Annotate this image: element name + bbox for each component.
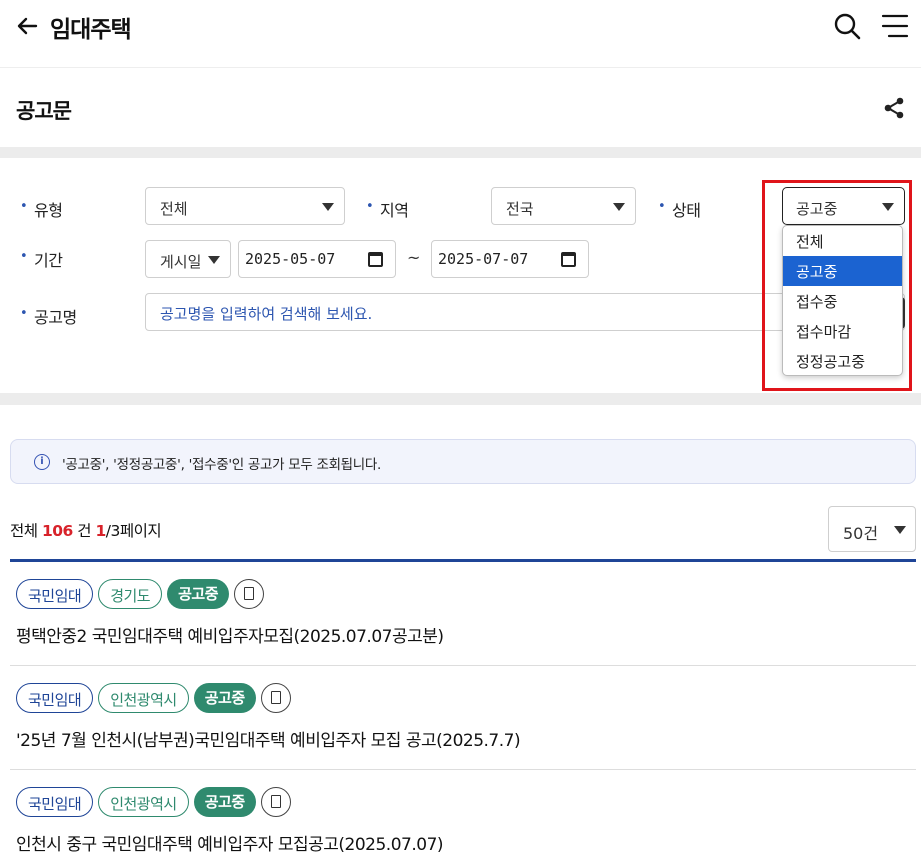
region-select-value: 전국 [506, 200, 534, 218]
badge-group: 국민임대 인천광역시 공고중 [16, 787, 291, 817]
type-badge: 국민임대 [16, 787, 94, 817]
listing-title[interactable]: '25년 7월 인천시(남부권)국민임대주택 예비입주자 모집 공고(2025.… [16, 726, 521, 751]
top-bar: 임대주택 [0, 0, 921, 68]
list-item[interactable]: 국민임대 경기도 공고중 평택안중2 국민임대주택 예비입주자모집(2025.0… [10, 562, 916, 666]
document-icon[interactable] [260, 787, 291, 817]
listing-title[interactable]: 인천시 중구 국민임대주택 예비입주자 모집공고(2025.07.07) [16, 830, 444, 855]
current-page: 1 [95, 522, 106, 540]
calendar-icon[interactable] [368, 252, 383, 267]
status-badge: 공고중 [193, 787, 256, 817]
chevron-down-icon [882, 203, 894, 211]
menu-icon[interactable] [880, 12, 910, 40]
chevron-down-icon [322, 203, 334, 211]
list-item[interactable]: 국민임대 인천광역시 공고중 '25년 7월 인천시(남부권)국민임대주택 예비… [10, 666, 916, 770]
status-select-value: 공고중 [796, 200, 838, 218]
type-select[interactable]: 전체 [145, 187, 345, 225]
calendar-icon[interactable] [561, 252, 576, 267]
search-icon[interactable] [832, 11, 862, 41]
type-select-value: 전체 [160, 200, 188, 218]
list-item[interactable]: 국민임대 인천광역시 공고중 인천시 중구 국민임대주택 예비입주자 모집공고(… [10, 770, 916, 859]
info-icon: i [34, 454, 50, 470]
status-option-receiving[interactable]: 접수중 [783, 286, 902, 316]
document-icon[interactable] [234, 579, 265, 609]
page-size-value: 50건 [843, 524, 879, 543]
name-search-placeholder: 공고명을 입력하여 검색해 보세요. [160, 305, 373, 323]
total-unit: 건 [77, 522, 92, 540]
region-badge: 경기도 [98, 579, 163, 609]
status-option-announced[interactable]: 공고중 [783, 256, 902, 286]
page-size-select[interactable]: 50건 [828, 506, 916, 552]
page: 임대주택 공고문 유형 전체 지역 전국 상태 기간 게시일 2025-05-0… [0, 0, 921, 859]
chevron-down-icon [894, 526, 906, 534]
period-label: 기간 [20, 247, 63, 271]
total-count: 106 [41, 522, 73, 540]
start-date-input[interactable]: 2025-05-07 [238, 240, 396, 278]
section-title: 공고문 [16, 99, 72, 123]
status-badge: 공고중 [193, 683, 256, 713]
badge-group: 국민임대 경기도 공고중 [16, 579, 265, 609]
page-total: /3페이지 [105, 522, 162, 540]
document-icon[interactable] [260, 683, 291, 713]
type-label: 유형 [20, 197, 63, 221]
end-date-input[interactable]: 2025-07-07 [431, 240, 589, 278]
info-notice: i '공고중', '정정공고중', '접수중'인 공고가 모두 조회됩니다. [10, 439, 916, 484]
status-badge: 공고중 [167, 579, 230, 609]
back-arrow-icon[interactable] [14, 12, 42, 40]
start-date-value: 2025-05-07 [245, 250, 336, 268]
app-title: 임대주택 [50, 17, 132, 43]
status-select[interactable]: 공고중 [782, 187, 905, 225]
status-option-all[interactable]: 전체 [783, 226, 902, 256]
status-dropdown: 전체 공고중 접수중 접수마감 정정공고중 [782, 225, 903, 376]
section-header: 공고문 [0, 68, 921, 148]
period-basis-value: 게시일 [160, 253, 202, 271]
end-date-value: 2025-07-07 [438, 250, 529, 268]
status-label: 상태 [658, 197, 701, 221]
info-text: '공고중', '정정공고중', '접수중'인 공고가 모두 조회됩니다. [62, 457, 382, 473]
badge-group: 국민임대 인천광역시 공고중 [16, 683, 291, 713]
listing-title[interactable]: 평택안중2 국민임대주택 예비입주자모집(2025.07.07공고분) [16, 622, 444, 647]
type-badge: 국민임대 [16, 683, 94, 713]
region-badge: 인천광역시 [98, 683, 189, 713]
divider-band [0, 147, 921, 158]
period-basis-select[interactable]: 게시일 [145, 240, 231, 278]
name-label: 공고명 [20, 304, 77, 328]
chevron-down-icon [208, 256, 220, 264]
total-prefix: 전체 [10, 522, 38, 540]
type-badge: 국민임대 [16, 579, 94, 609]
chevron-down-icon [613, 203, 625, 211]
region-select[interactable]: 전국 [491, 187, 636, 225]
divider-band [0, 393, 921, 405]
region-badge: 인천광역시 [98, 787, 189, 817]
status-option-closed[interactable]: 접수마감 [783, 316, 902, 346]
region-label: 지역 [366, 197, 409, 221]
status-option-corrected[interactable]: 정정공고중 [783, 346, 902, 375]
result-summary: 전체 106 건 1/3페이지 [10, 519, 162, 541]
date-separator: ~ [407, 248, 421, 267]
share-icon[interactable] [882, 96, 906, 120]
